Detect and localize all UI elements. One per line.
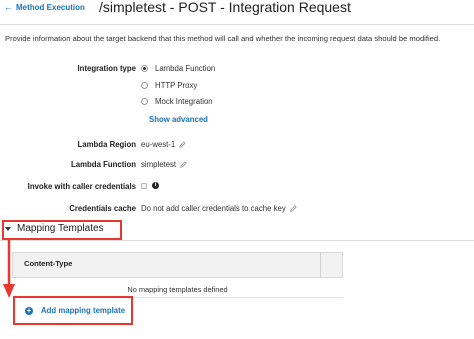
lambda-function-value-row: simpletest [141, 160, 187, 169]
pencil-icon[interactable] [180, 161, 187, 168]
pencil-icon[interactable] [179, 141, 186, 148]
credentials-cache-value-row: Do not add caller credentials to cache k… [141, 204, 297, 213]
annotation-arrow-icon [3, 240, 15, 298]
highlight-box-mapping-templates [2, 220, 122, 240]
integration-type-label: Integration type [77, 64, 136, 73]
lambda-function-label: Lambda Function [71, 160, 136, 169]
lambda-region-value: eu-west-1 [141, 140, 176, 149]
empty-state-text: No mapping templates defined [127, 285, 228, 294]
invoke-caller-credentials-label: Invoke with caller credentials [27, 182, 136, 191]
lambda-region-value-row: eu-west-1 [141, 140, 186, 149]
credentials-cache-value: Do not add caller credentials to cache k… [141, 204, 286, 213]
back-to-method-execution-link[interactable]: ← Method Execution [4, 2, 85, 13]
info-icon[interactable]: i [152, 182, 159, 189]
radio-button[interactable] [141, 65, 148, 72]
column-header-content-type: Content-Type [24, 259, 73, 268]
radio-label: Lambda Function [155, 64, 216, 73]
radio-lambda-function[interactable]: Lambda Function [141, 64, 215, 73]
radio-mock-integration[interactable]: Mock Integration [141, 97, 213, 106]
add-mapping-template-label: Add mapping template [41, 306, 126, 315]
lambda-function-value: simpletest [141, 160, 177, 169]
radio-button[interactable] [141, 82, 148, 89]
pencil-icon[interactable] [289, 205, 297, 212]
page-description: Provide information about the target bac… [5, 34, 441, 43]
back-link-label: Method Execution [16, 3, 85, 12]
radio-label: Mock Integration [155, 97, 213, 106]
column-divider [320, 252, 321, 278]
credentials-cache-label: Credentials cache [69, 204, 136, 213]
header-divider [0, 24, 474, 25]
radio-label: HTTP Proxy [155, 81, 198, 90]
arrow-left-icon: ← [4, 2, 13, 12]
invoke-caller-credentials-checkbox[interactable] [141, 182, 147, 189]
invoke-caller-credentials-row: i [141, 182, 159, 189]
page-title: /simpletest - POST - Integration Request [99, 0, 351, 15]
radio-button[interactable] [141, 98, 148, 105]
lambda-region-label: Lambda Region [77, 140, 136, 149]
radio-http-proxy[interactable]: HTTP Proxy [141, 81, 197, 90]
plus-circle-icon: + [25, 305, 33, 315]
show-advanced-link[interactable]: Show advanced [149, 115, 208, 124]
add-mapping-template-button[interactable]: + Add mapping template [25, 306, 125, 315]
